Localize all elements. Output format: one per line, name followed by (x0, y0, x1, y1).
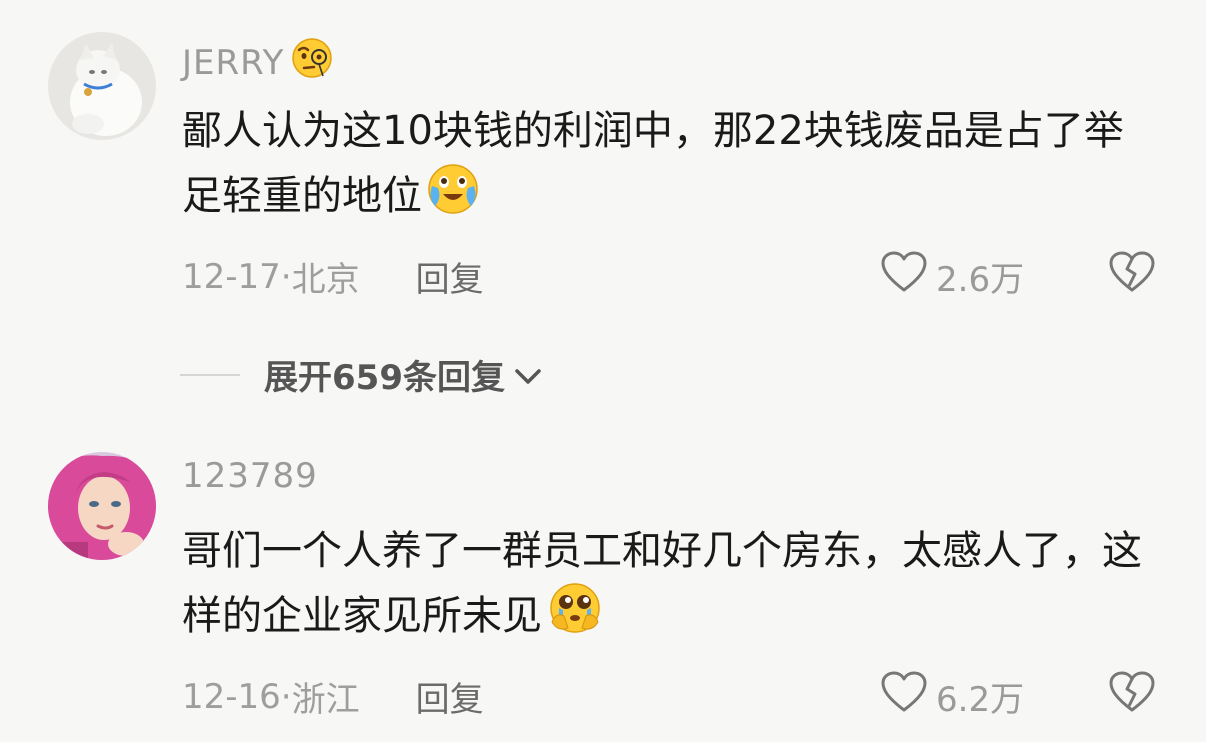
expand-replies-label: 展开659条回复 (264, 358, 505, 398)
like-count: 6.2万 (936, 680, 1025, 720)
like-button[interactable]: 2.6万 (880, 250, 1024, 303)
monocle-face-emoji (290, 36, 334, 89)
separator-dot: · (280, 676, 292, 717)
reply-button[interactable]: 回复 (416, 252, 484, 301)
comment-username[interactable]: JERRY (182, 36, 334, 89)
comment-text: 鄙人认为这10块钱的利润中，那22块钱废品是占了举足轻重的地位 (182, 100, 1142, 234)
divider-line (180, 373, 240, 376)
pleading-tears-emoji (546, 582, 604, 654)
like-count: 2.6万 (936, 260, 1025, 300)
like-button[interactable]: 6.2万 (880, 670, 1024, 723)
avatar[interactable] (48, 452, 156, 560)
avatar[interactable] (48, 32, 156, 140)
separator-dot: · (280, 256, 292, 297)
dislike-button[interactable] (1108, 670, 1156, 718)
comment-username[interactable]: 123789 (182, 456, 318, 496)
dislike-button[interactable] (1108, 250, 1156, 298)
comment-date: 12-16 (182, 676, 281, 717)
broken-heart-icon (1108, 251, 1156, 298)
heart-outline-icon (880, 670, 928, 723)
comment-meta: 12-17 · 北京 回复 (182, 252, 484, 301)
heart-outline-icon (880, 250, 928, 303)
comment-meta: 12-16 · 浙江 回复 (182, 672, 484, 721)
comment-text: 哥们一个人养了一群员工和好几个房东，太感人了，这样的企业家见所未见 (182, 520, 1142, 654)
reply-button[interactable]: 回复 (416, 672, 484, 721)
expand-replies-button[interactable]: 展开659条回复 (180, 350, 543, 399)
comment-date: 12-17 (182, 256, 281, 297)
comment-location: 浙江 (291, 680, 360, 720)
comment-location: 北京 (291, 260, 360, 300)
broken-heart-icon (1108, 671, 1156, 718)
joy-tears-emoji (426, 162, 480, 234)
chevron-down-icon (513, 355, 543, 395)
